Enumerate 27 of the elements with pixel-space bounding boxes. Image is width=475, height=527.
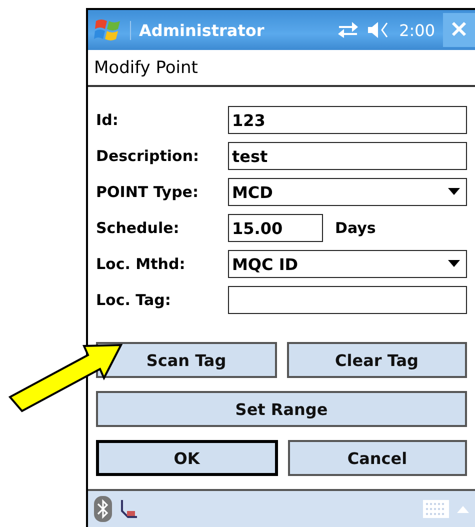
bluetooth-icon[interactable] — [94, 496, 112, 522]
action-button[interactable]: Clear Tag — [286, 342, 467, 378]
close-icon — [451, 21, 467, 37]
field-label: Id: — [96, 111, 120, 129]
field-label: Loc. Tag: — [96, 291, 172, 309]
field-label: POINT Type: — [96, 183, 200, 201]
dropdown-field[interactable]: MCD — [228, 178, 467, 206]
field-label: Schedule: — [96, 219, 180, 237]
text-field[interactable]: test — [228, 142, 467, 170]
unit-label: Days — [335, 219, 376, 237]
number-field[interactable]: 15.00 — [228, 214, 323, 242]
form-title: Modify Point — [88, 50, 475, 87]
text-field[interactable] — [228, 286, 467, 314]
dropdown-field[interactable]: MQC ID — [228, 250, 467, 278]
action-button[interactable]: Set Range — [96, 391, 467, 427]
device-status-icon[interactable] — [120, 499, 138, 519]
field-label: Description: — [96, 147, 200, 165]
dropdown-caret-icon[interactable] — [448, 260, 460, 268]
dropdown-caret-icon[interactable] — [448, 188, 460, 196]
connectivity-arrows-icon[interactable] — [337, 21, 360, 39]
text-field[interactable]: 123 — [228, 106, 467, 134]
window-title: Administrator — [130, 20, 330, 40]
field-label: Loc. Mthd: — [96, 255, 186, 273]
action-button[interactable]: Cancel — [288, 440, 467, 476]
close-button[interactable] — [443, 13, 475, 47]
windows-flag-icon[interactable] — [94, 17, 122, 43]
action-button[interactable]: OK — [96, 440, 278, 476]
